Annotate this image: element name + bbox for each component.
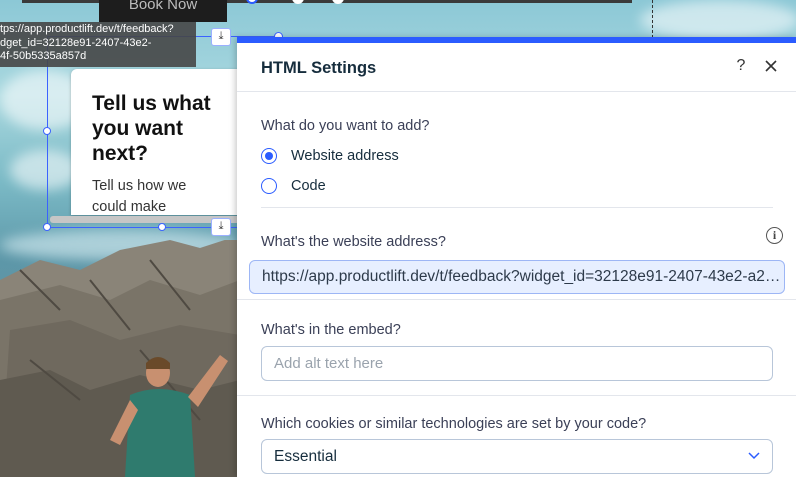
download-icon[interactable]: ⤓ xyxy=(211,28,231,46)
slider-dot[interactable] xyxy=(246,0,258,4)
guide-line xyxy=(652,0,653,38)
radio-website-address[interactable]: Website address xyxy=(261,146,399,166)
url-tooltip: tps://app.productlift.dev/t/feedback? dg… xyxy=(0,22,196,67)
resize-handle-bottom-left[interactable] xyxy=(43,223,51,231)
cookies-select[interactable]: Essential xyxy=(261,439,773,474)
resize-handle-bottom[interactable] xyxy=(158,223,166,231)
panel-title: HTML Settings xyxy=(261,59,377,77)
website-address-input[interactable]: https://app.productlift.dev/t/feedback?w… xyxy=(249,260,785,294)
resize-handle-left[interactable] xyxy=(43,127,51,135)
radio-label: Code xyxy=(291,178,326,194)
radio-label: Website address xyxy=(291,148,399,164)
divider xyxy=(237,299,796,300)
divider xyxy=(261,207,773,208)
cookies-label: Which cookies or similar technologies ar… xyxy=(261,416,647,432)
slider-dot[interactable] xyxy=(292,0,304,4)
radio-button[interactable] xyxy=(261,178,277,194)
book-now-button[interactable]: Book Now xyxy=(99,0,227,22)
radio-button-checked[interactable] xyxy=(261,148,277,164)
help-button[interactable]: ? xyxy=(731,56,751,76)
book-now-label: Book Now xyxy=(128,0,198,13)
help-icon: ? xyxy=(736,57,746,74)
chevron-down-icon xyxy=(748,452,760,460)
close-icon xyxy=(765,60,777,72)
html-settings-panel: HTML Settings ? What do you want to add?… xyxy=(237,37,796,477)
cloud xyxy=(640,0,796,40)
slider-dot[interactable] xyxy=(332,0,344,4)
info-icon[interactable]: i xyxy=(766,227,783,244)
divider xyxy=(237,395,796,396)
close-button[interactable] xyxy=(761,56,781,76)
alt-text-input[interactable] xyxy=(261,346,773,381)
climber-figure-image xyxy=(110,355,228,477)
add-type-label: What do you want to add? xyxy=(261,118,430,134)
panel-header: HTML Settings ? xyxy=(237,43,796,92)
website-address-label: What's the website address? xyxy=(261,234,446,250)
radio-code[interactable]: Code xyxy=(261,176,326,196)
cookies-selected-value: Essential xyxy=(274,448,337,465)
download-icon[interactable]: ⤓ xyxy=(211,218,231,236)
embed-description-label: What's in the embed? xyxy=(261,322,401,338)
